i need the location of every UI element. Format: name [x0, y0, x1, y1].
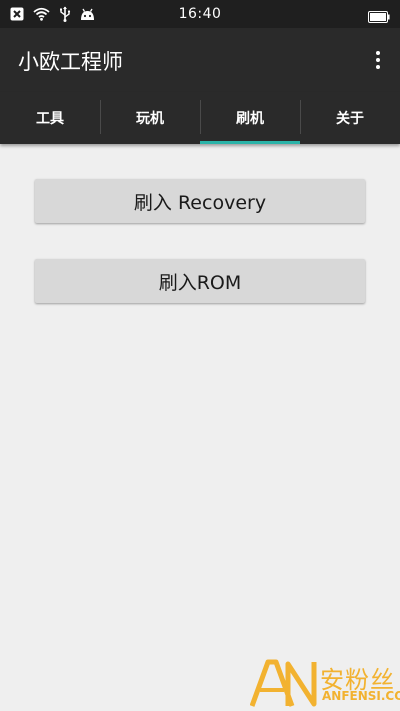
app-title: 小欧工程师	[18, 50, 123, 74]
watermark-logo-icon	[250, 659, 317, 707]
flash-recovery-button[interactable]: 刷入 Recovery	[35, 179, 365, 223]
flash-rom-button[interactable]: 刷入ROM	[35, 259, 365, 303]
tab-play[interactable]: 玩机	[100, 92, 200, 144]
overflow-menu-icon[interactable]	[370, 46, 386, 74]
tab-bar: 工具 玩机 刷机 关于	[0, 92, 400, 144]
tab-flash[interactable]: 刷机	[200, 92, 300, 144]
tab-tools[interactable]: 工具	[0, 92, 100, 144]
watermark: 安粉丝 ANFENSI.COM	[250, 656, 400, 711]
app-bar: 小欧工程师	[0, 28, 400, 92]
status-bar: 16:40	[0, 0, 400, 28]
watermark-text-en: ANFENSI.COM	[322, 689, 400, 703]
battery-icon	[368, 8, 390, 23]
tab-about[interactable]: 关于	[300, 92, 400, 144]
status-time: 16:40	[178, 6, 222, 22]
